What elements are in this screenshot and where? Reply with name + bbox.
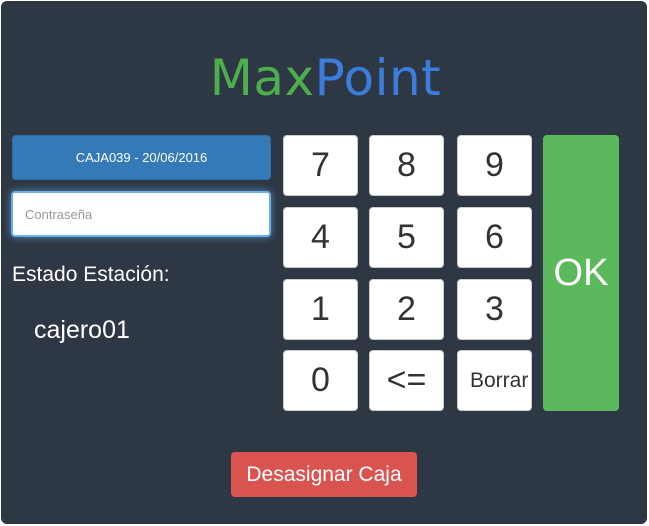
key-2[interactable]: 2 xyxy=(369,279,444,340)
backspace-key[interactable]: <= xyxy=(369,350,444,411)
user-name: cajero01 xyxy=(34,316,130,344)
ok-button[interactable]: OK xyxy=(543,135,619,411)
clear-key[interactable]: Borrar xyxy=(457,350,532,411)
key-5[interactable]: 5 xyxy=(369,207,444,268)
key-8[interactable]: 8 xyxy=(369,135,444,196)
desasignar-caja-button[interactable]: Desasignar Caja xyxy=(231,452,417,497)
key-6[interactable]: 6 xyxy=(457,207,532,268)
key-1[interactable]: 1 xyxy=(283,279,358,340)
logo-point-text: Point xyxy=(314,49,442,107)
key-4[interactable]: 4 xyxy=(283,207,358,268)
caja-button[interactable]: CAJA039 - 20/06/2016 xyxy=(12,135,271,180)
key-3[interactable]: 3 xyxy=(457,279,532,340)
maxpoint-logo: MaxPoint xyxy=(1,45,649,111)
estado-estacion-label: Estado Estación: xyxy=(12,263,170,286)
key-7[interactable]: 7 xyxy=(283,135,358,196)
key-0[interactable]: 0 xyxy=(283,350,358,411)
logo-max-text: Max xyxy=(209,49,315,107)
key-9[interactable]: 9 xyxy=(457,135,532,196)
password-input[interactable] xyxy=(11,191,271,237)
